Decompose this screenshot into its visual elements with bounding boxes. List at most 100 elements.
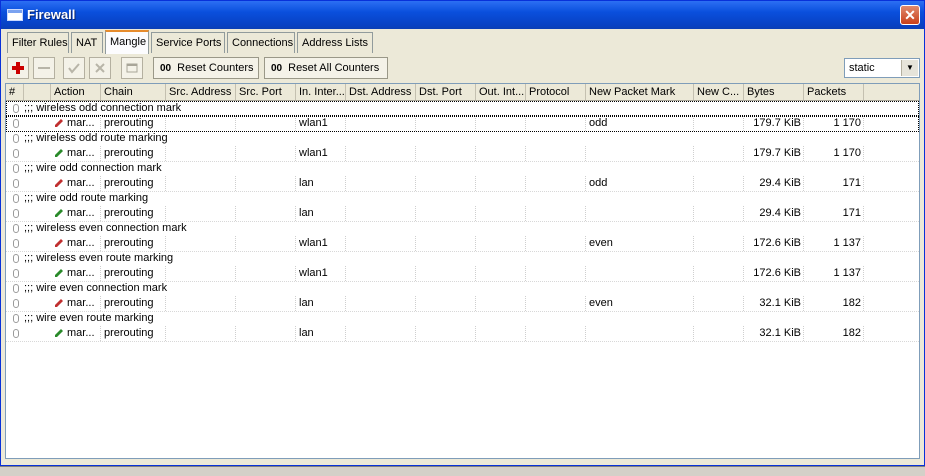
row-marker-icon [13, 329, 19, 338]
column-header-new-connection-mark[interactable]: New C... [694, 84, 744, 100]
column-header-chain[interactable]: Chain [101, 84, 166, 100]
cell-gridline [416, 266, 476, 281]
rule-action-text: mar... [67, 207, 95, 219]
rule-packets: 1 170 [833, 117, 861, 129]
rule-in-interface: lan [299, 207, 314, 219]
cell-gridline [416, 116, 476, 131]
rule-in-interface: wlan1 [299, 117, 328, 129]
column-header-src-address[interactable]: Src. Address [166, 84, 236, 100]
row-marker-icon [13, 269, 19, 278]
disable-button[interactable] [89, 57, 111, 79]
cell-gridline [416, 146, 476, 161]
rule-comment-row[interactable]: ;;; wire odd route marking [6, 191, 919, 206]
cell-gridline [476, 176, 526, 191]
filter-select[interactable]: static ▼ [844, 58, 920, 78]
column-header-dst-port[interactable]: Dst. Port [416, 84, 476, 100]
cell-gridline [166, 296, 236, 311]
tab-connections[interactable]: Connections [227, 32, 295, 53]
rule-comment-row[interactable]: ;;; wire odd connection mark [6, 161, 919, 176]
reset-all-counters-button[interactable]: 00 Reset All Counters [264, 57, 388, 79]
rule-action-text: mar... [67, 327, 95, 339]
column-header-protocol[interactable]: Protocol [526, 84, 586, 100]
cell-gridline [346, 296, 416, 311]
comment-button[interactable] [121, 57, 143, 79]
rule-comment-row[interactable]: ;;; wire even connection mark [6, 281, 919, 296]
reset-all-counters-label: Reset All Counters [288, 62, 380, 74]
rule-comment-row[interactable]: ;;; wireless odd route marking [6, 131, 919, 146]
rule-comment: ;;; wire odd route marking [24, 192, 149, 204]
rule-action-text: mar... [67, 297, 95, 309]
cell-gridline [166, 146, 236, 161]
cell-gridline [526, 236, 586, 251]
cell-gridline [476, 236, 526, 251]
add-button[interactable] [7, 57, 29, 79]
column-header-src-port[interactable]: Src. Port [236, 84, 296, 100]
remove-button[interactable] [33, 57, 55, 79]
cell-gridline [346, 266, 416, 281]
cell-gridline [694, 116, 744, 131]
rule-new-packet-mark: odd [589, 177, 608, 189]
cell-gridline [476, 146, 526, 161]
rule-in-interface: wlan1 [299, 147, 328, 159]
rule-packets: 171 [842, 177, 861, 189]
table-row[interactable]: mar... prerouting wlan1 172.6 KiB 1 137 [6, 266, 919, 282]
rule-action-text: mar... [67, 177, 95, 189]
cell-gridline [526, 176, 586, 191]
rule-comment-row[interactable]: ;;; wireless even route marking [6, 251, 919, 266]
rule-bytes: 29.4 KiB [759, 207, 801, 219]
cell-gridline [476, 296, 526, 311]
tab-service-ports[interactable]: Service Ports [151, 32, 225, 53]
rule-comment-row[interactable]: ;;; wire even route marking [6, 311, 919, 326]
column-header-bytes[interactable]: Bytes [744, 84, 804, 100]
column-header-dst-address[interactable]: Dst. Address [346, 84, 416, 100]
rule-new-packet-mark [586, 146, 694, 161]
table-row[interactable]: mar... prerouting lan 29.4 KiB 171 [6, 206, 919, 222]
cell-gridline [166, 206, 236, 221]
reset-counters-button[interactable]: 00 Reset Counters [153, 57, 259, 79]
chevron-down-icon[interactable]: ▼ [901, 60, 918, 76]
rule-comment: ;;; wireless odd connection mark [24, 102, 182, 114]
column-header-number[interactable]: # [6, 84, 24, 100]
enable-button[interactable] [63, 57, 85, 79]
rule-chain: prerouting [104, 267, 154, 279]
cell-gridline [416, 296, 476, 311]
rule-comment-row[interactable]: ;;; wireless odd connection mark [6, 101, 919, 116]
pen-icon [55, 149, 63, 158]
close-button[interactable]: ✕ [900, 5, 920, 25]
tab-address-lists[interactable]: Address Lists [297, 32, 373, 53]
row-marker-icon [13, 239, 19, 248]
cell-gridline [416, 326, 476, 341]
table-row[interactable]: mar... prerouting wlan1 even 172.6 KiB 1 137 [6, 236, 919, 252]
rule-bytes: 172.6 KiB [753, 237, 801, 249]
table-row[interactable]: mar... prerouting lan 32.1 KiB 182 [6, 326, 919, 342]
table-row[interactable]: mar... prerouting wlan1 odd 179.7 KiB 1 170 [6, 116, 919, 132]
title-bar[interactable]: Firewall ✕ [1, 1, 924, 29]
column-header-action[interactable]: Action [51, 84, 101, 100]
row-marker-icon [13, 164, 19, 173]
row-marker-icon [13, 254, 19, 263]
column-header-flags[interactable] [24, 84, 51, 100]
rule-comment-row[interactable]: ;;; wireless even connection mark [6, 221, 919, 236]
rule-action: mar... [51, 146, 101, 161]
row-marker-icon [13, 149, 19, 158]
table-row[interactable]: mar... prerouting lan even 32.1 KiB 182 [6, 296, 919, 312]
cell-gridline [694, 326, 744, 341]
tab-filter-rules[interactable]: Filter Rules [7, 32, 69, 53]
table-row[interactable]: mar... prerouting wlan1 179.7 KiB 1 170 [6, 146, 919, 162]
column-header-packets[interactable]: Packets [804, 84, 864, 100]
cell-gridline [694, 146, 744, 161]
column-header-in-interface[interactable]: In. Inter... [296, 84, 346, 100]
table-header: # Action Chain Src. Address Src. Port In… [6, 84, 919, 101]
row-marker-icon [13, 134, 19, 143]
table-row[interactable]: mar... prerouting lan odd 29.4 KiB 171 [6, 176, 919, 192]
pen-icon [55, 269, 63, 278]
cell-gridline [346, 326, 416, 341]
tab-nat[interactable]: NAT [71, 32, 103, 53]
column-header-new-packet-mark[interactable]: New Packet Mark [586, 84, 694, 100]
column-header-out-interface[interactable]: Out. Int... [476, 84, 526, 100]
note-icon [126, 63, 138, 73]
tab-mangle[interactable]: Mangle [105, 30, 149, 54]
cell-gridline [346, 146, 416, 161]
rule-action-text: mar... [67, 147, 95, 159]
rule-comment: ;;; wire odd connection mark [24, 162, 162, 174]
